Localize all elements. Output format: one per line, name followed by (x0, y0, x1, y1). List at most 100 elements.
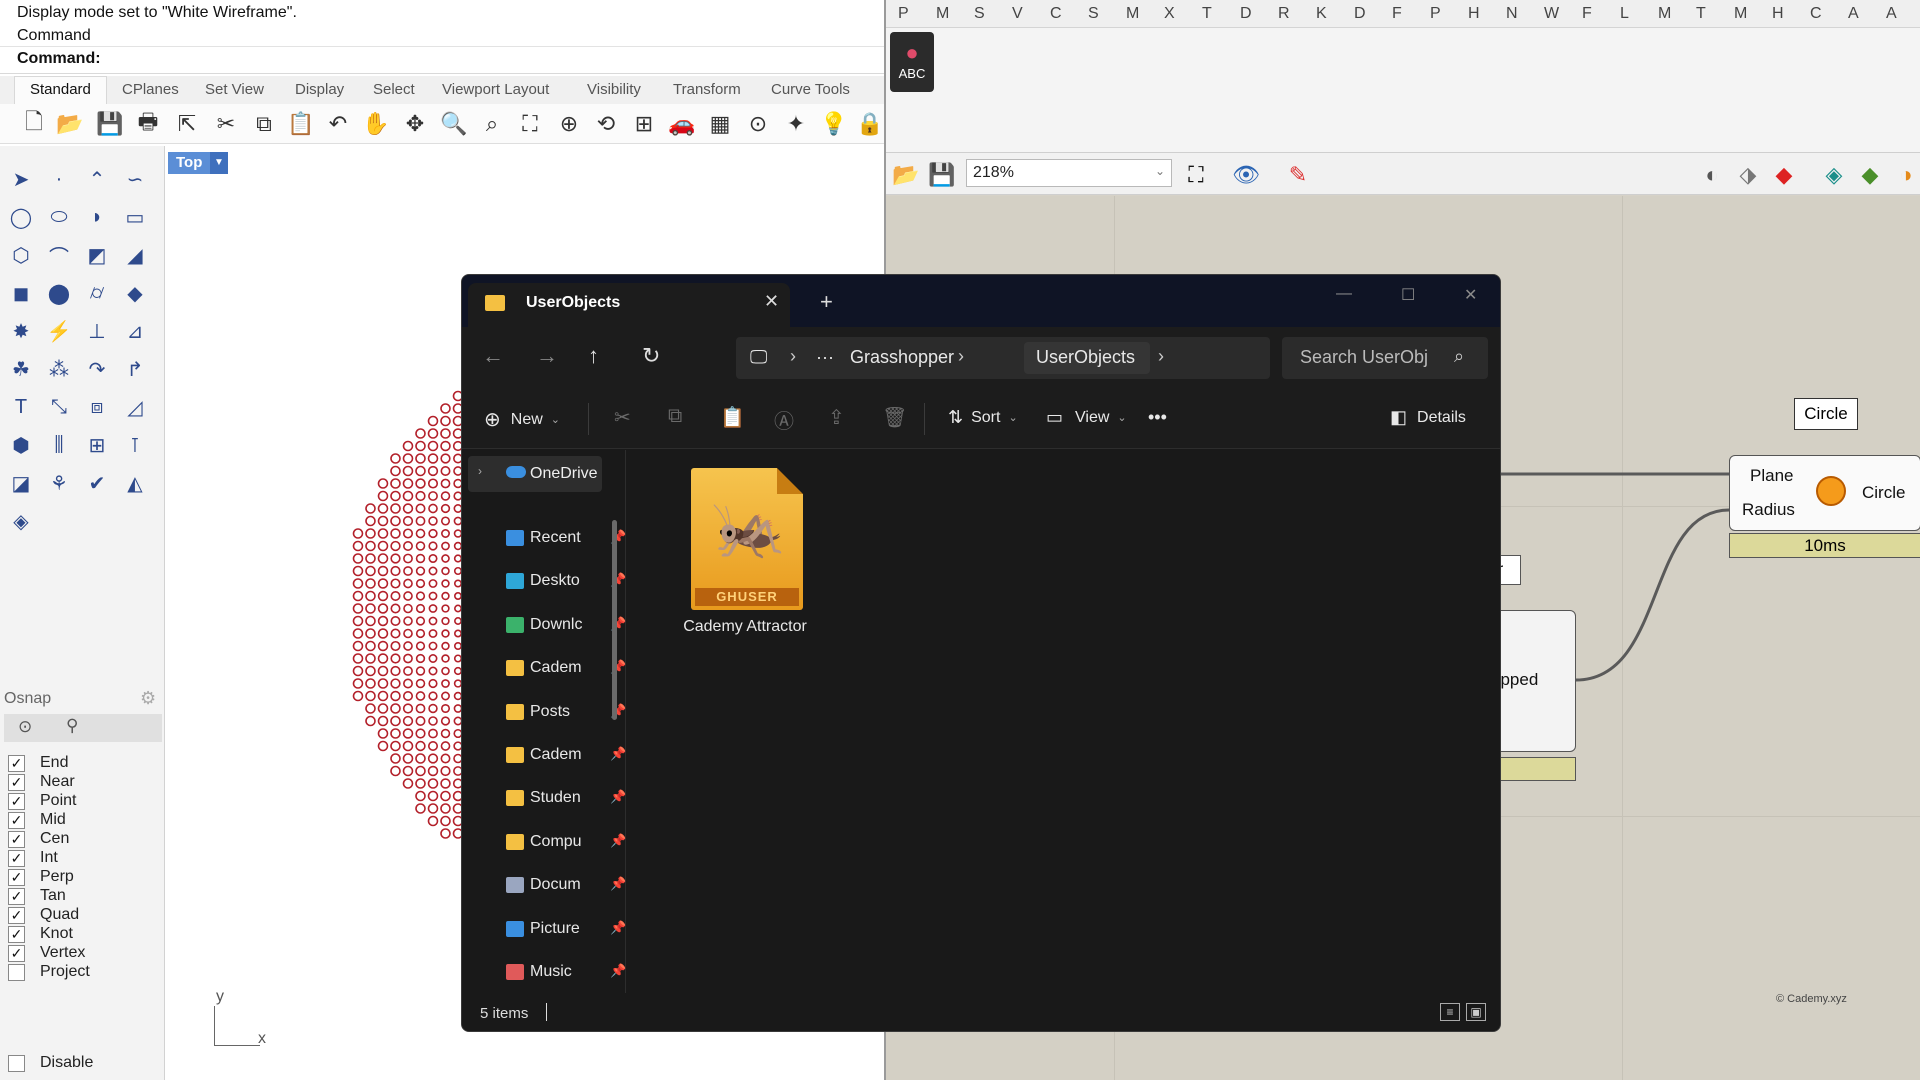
loft-icon[interactable]: ◢ (120, 240, 150, 270)
checkbox[interactable]: ✓ (8, 944, 25, 962)
surface-icon[interactable]: ◩ (82, 240, 112, 270)
lock-icon[interactable]: 🔒 (856, 110, 884, 138)
new-button[interactable]: ⊕ New ⌄ (484, 407, 560, 432)
rotate-view-icon[interactable]: ✥ (401, 110, 429, 138)
paste-icon[interactable]: 📋 (287, 110, 315, 138)
checkbox[interactable]: ✓ (8, 925, 25, 943)
nav-item[interactable]: Recent 📌 (506, 526, 626, 550)
arc-icon[interactable]: ◗ (82, 202, 112, 232)
viewport-label[interactable]: Top ▼ (168, 152, 228, 174)
cut-icon[interactable]: ✂ (212, 110, 240, 138)
input-radius[interactable]: Radius (1742, 500, 1795, 520)
forward-arrow-icon[interactable]: → (536, 343, 558, 369)
tab-transform[interactable]: Transform (673, 81, 741, 98)
polygon-icon[interactable]: ⬡ (6, 240, 36, 270)
pin-icon[interactable]: 📌 (610, 746, 626, 762)
select-arrow-icon[interactable]: ➤ (6, 164, 36, 194)
nav-item[interactable]: Picture 📌 (506, 917, 626, 941)
curve-icon[interactable]: ∽ (120, 164, 150, 194)
object-snap-icon[interactable]: ⊙ (744, 110, 772, 138)
tab-viewport-layout[interactable]: Viewport Layout (442, 81, 549, 98)
command-prompt[interactable]: Command: (17, 50, 101, 68)
checkbox[interactable]: ✓ (8, 811, 25, 829)
maximize-icon[interactable]: ☐ (1401, 285, 1415, 305)
mesh-icon[interactable]: ◭ (120, 468, 150, 498)
breadcrumb-userobjects[interactable]: UserObjects (1036, 347, 1135, 368)
properties-icon[interactable]: ✦ (782, 110, 810, 138)
shaded-car-icon[interactable]: 🚗 (668, 110, 696, 138)
explode-icon[interactable]: ✸ (6, 316, 36, 346)
align-icon[interactable]: ⧈ (82, 392, 112, 422)
pin-icon[interactable]: 📌 (610, 963, 626, 979)
tab-set-view[interactable]: Set View (205, 81, 264, 98)
tab-curve-tools[interactable]: Curve Tools (771, 81, 850, 98)
pin-icon[interactable]: 📌 (610, 920, 626, 936)
nav-scrollbar[interactable] (612, 520, 617, 720)
pin-icon[interactable]: 📌 (610, 789, 626, 805)
export-icon[interactable]: ⇱ (173, 110, 201, 138)
undo-view-icon[interactable]: ⟲ (592, 110, 620, 138)
circle-icon[interactable]: ◯ (6, 202, 36, 232)
address-bar[interactable]: 🖵 › ··· Grasshopper › UserObjects › (736, 337, 1270, 379)
breadcrumb-more[interactable]: ··· (816, 347, 834, 368)
nav-item[interactable]: Music 📌 (506, 960, 626, 984)
checkbox[interactable]: ✓ (8, 868, 25, 886)
this-pc-icon[interactable]: 🖵 (750, 347, 767, 368)
pin-icon[interactable]: 📌 (610, 876, 626, 892)
share-icon[interactable]: ⇪ (828, 405, 845, 430)
zoom-window-icon[interactable]: ⌕ (478, 110, 506, 138)
undo-icon[interactable]: ↶ (324, 110, 352, 138)
chevron-right-icon[interactable]: › (1158, 346, 1164, 367)
details-button[interactable]: ◧ Details (1390, 407, 1466, 428)
close-icon[interactable]: ✕ (764, 291, 779, 312)
checkbox[interactable]: ✓ (8, 887, 25, 905)
view-button[interactable]: ▭ View ⌄ (1046, 407, 1127, 428)
pin-icon[interactable]: 📌 (610, 833, 626, 849)
tab-cplanes[interactable]: CPlanes (122, 81, 179, 98)
check-icon[interactable]: ✔ (82, 468, 112, 498)
cut-icon[interactable]: ✂ (614, 405, 631, 430)
breadcrumb-grasshopper[interactable]: Grasshopper (850, 347, 954, 368)
extrude-icon[interactable]: ◆ (120, 278, 150, 308)
fillet-curve-icon[interactable]: ⌒ (44, 240, 74, 270)
tab-display[interactable]: Display (295, 81, 344, 98)
paste-icon[interactable]: 📋 (720, 405, 745, 430)
tiles-view-icon[interactable]: ▣ (1466, 1003, 1486, 1021)
chevron-down-icon[interactable]: ▼ (210, 152, 228, 174)
nav-item[interactable]: Docum 📌 (506, 873, 626, 897)
filter-icon[interactable]: ⚲ (66, 716, 78, 736)
output-circle[interactable]: Circle (1862, 483, 1905, 503)
move-icon[interactable]: ⤡ (44, 392, 74, 422)
nav-item-onedrive[interactable]: › OneDrive (468, 456, 602, 492)
nav-item[interactable]: Posts 📌 (506, 700, 626, 724)
layer-icon[interactable]: ◈ (6, 506, 36, 536)
search-icon[interactable]: ⌕ (1454, 346, 1464, 367)
more-options-icon[interactable]: ••• (1148, 407, 1167, 428)
up-arrow-icon[interactable]: ↑ (588, 343, 599, 369)
file-item[interactable]: 🦗 GHUSER Cademy Attractor (675, 468, 807, 638)
search-box[interactable]: Search UserObj ⌕ (1282, 337, 1488, 379)
back-arrow-icon[interactable]: ← (482, 343, 504, 369)
nav-item[interactable]: Studen 📌 (506, 786, 626, 810)
four-view-icon[interactable]: ⊞ (630, 110, 658, 138)
checkbox[interactable] (8, 1054, 25, 1072)
save-icon[interactable]: 💾 (96, 110, 124, 138)
ellipse-icon[interactable]: ⬭ (44, 202, 74, 232)
fillet-icon[interactable]: ↷ (82, 354, 112, 384)
zoom-selected-icon[interactable]: ⊕ (555, 110, 583, 138)
split-icon[interactable]: ⚡ (44, 316, 74, 346)
circle-component[interactable]: Plane Radius Circle (1729, 455, 1920, 531)
cylinder-icon[interactable]: ⌭ (82, 278, 112, 308)
nav-item[interactable]: Cadem 📌 (506, 656, 626, 680)
array-icon[interactable]: ⊞ (82, 430, 112, 460)
gumball-icon[interactable]: ⊺ (120, 430, 150, 460)
tab-standard[interactable]: Standard (30, 81, 91, 98)
nav-item[interactable]: Downlc 📌 (506, 613, 626, 637)
text-icon[interactable]: T (6, 392, 36, 422)
nav-item[interactable]: Compu 📌 (506, 830, 626, 854)
zoom-extents-icon[interactable]: ⛶ (516, 110, 544, 138)
copy-icon[interactable]: ⧉ (250, 110, 278, 138)
offset-icon[interactable]: ⊿ (120, 316, 150, 346)
analyze-icon[interactable]: ◪ (6, 468, 36, 498)
nav-item[interactable]: Cadem 📌 (506, 743, 626, 767)
